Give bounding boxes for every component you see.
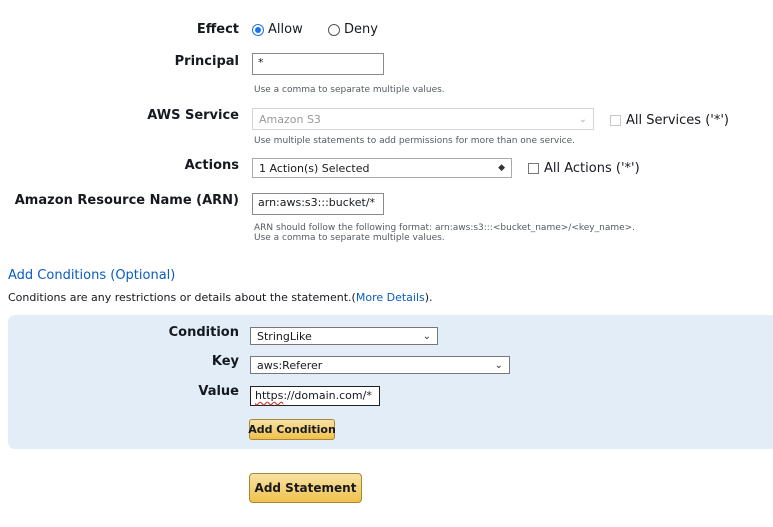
allow-label: Allow [268,22,303,37]
all-services-checkbox[interactable] [610,115,621,126]
aws-service-label: AWS Service [147,108,239,123]
add-condition-button[interactable]: Add Condition [248,419,336,440]
arn-label: Amazon Resource Name (ARN) [14,193,239,208]
chevron-down-icon: ⌄ [494,359,503,371]
chevron-down-icon: ⌄ [578,113,587,125]
add-statement-button[interactable]: Add Statement [249,473,362,503]
condition-select[interactable]: StringLike ⌄ [250,327,438,345]
arn-hint-line2: Use a comma to separate multiple values. [254,233,445,243]
value-label: Value [198,384,239,399]
principal-label: Principal [174,54,239,69]
all-services-label: All Services ('*') [626,113,729,128]
deny-label: Deny [344,22,378,37]
effect-deny-option[interactable]: Deny [328,22,378,37]
principal-hint: Use a comma to separate multiple values. [254,85,445,95]
condition-value: StringLike [257,329,312,343]
principal-input[interactable]: * [252,53,384,75]
key-select[interactable]: aws:Referer ⌄ [250,356,510,374]
actions-value: 1 Action(s) Selected [259,161,370,175]
key-label: Key [211,354,239,369]
more-details-link[interactable]: More Details [356,291,425,304]
value-rest: ://domain.com/* [283,389,372,402]
effect-allow-option[interactable]: Allow [252,22,303,37]
aws-service-hint: Use multiple statements to add permissio… [254,136,575,146]
all-actions-option[interactable]: All Actions ('*') [528,161,640,176]
condition-label: Condition [168,325,239,340]
arn-input[interactable]: arn:aws:s3:::bucket/* [252,193,384,215]
actions-label: Actions [184,158,239,173]
conditions-desc-text: Conditions are any restrictions or detai… [8,291,356,304]
value-prefix: https [255,389,284,402]
actions-select[interactable]: 1 Action(s) Selected ◆ [252,158,512,178]
allow-radio[interactable] [252,23,264,36]
up-down-arrows-icon: ◆ [498,163,505,173]
all-actions-label: All Actions ('*') [544,161,640,176]
key-value: aws:Referer [257,358,323,372]
all-actions-checkbox[interactable] [528,163,539,174]
value-input[interactable]: https://domain.com/* [250,386,380,406]
aws-service-value: Amazon S3 [259,112,321,126]
conditions-title: Add Conditions (Optional) [8,268,176,283]
conditions-desc-end: ). [424,291,433,304]
chevron-down-icon: ⌄ [422,330,431,342]
aws-service-select[interactable]: Amazon S3 ⌄ [252,108,594,130]
all-services-option[interactable]: All Services ('*') [610,113,729,128]
effect-label: Effect [196,22,239,37]
conditions-description: Conditions are any restrictions or detai… [8,291,433,304]
deny-radio[interactable] [328,23,340,36]
